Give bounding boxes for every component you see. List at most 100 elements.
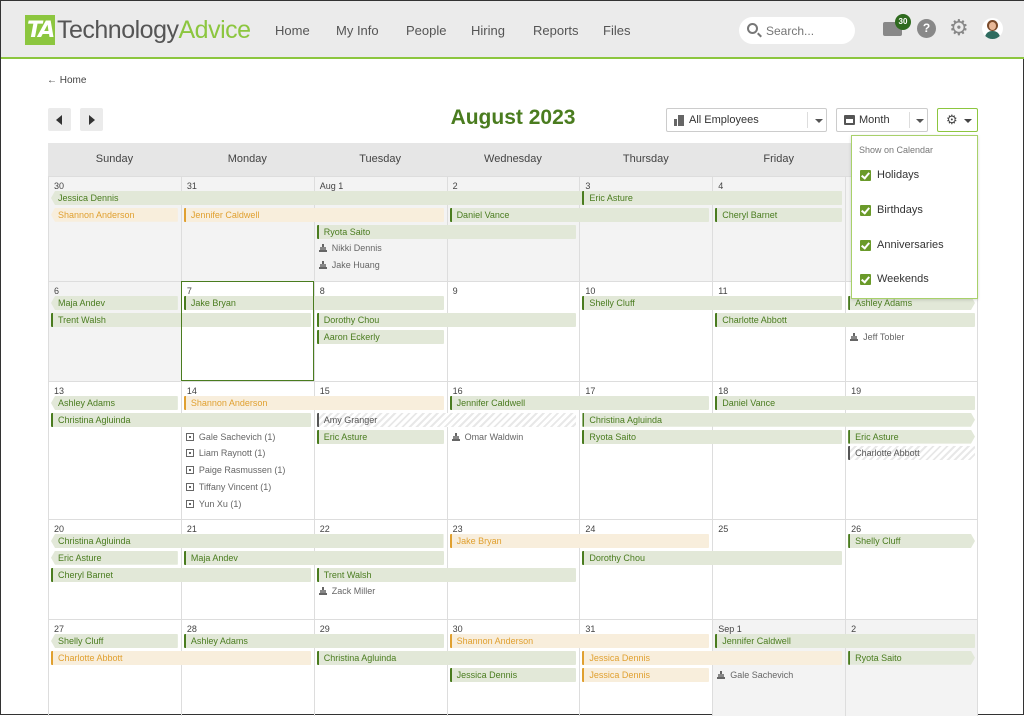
calendar-event[interactable]: Charlotte Abbott: [51, 650, 311, 665]
logo[interactable]: TA Technology Advice: [25, 14, 251, 46]
checkbox-checked-icon[interactable]: [860, 170, 871, 181]
nav-people[interactable]: People: [406, 23, 446, 38]
day-cell[interactable]: 7: [180, 281, 314, 381]
previous-month-button[interactable]: [48, 108, 71, 131]
chevron-down-icon: [916, 119, 924, 123]
birthday-item[interactable]: Zack Miller: [318, 584, 375, 598]
calendar-event[interactable]: Shannon Anderson: [183, 396, 444, 410]
calendar-event[interactable]: Cheryl Barnet: [715, 207, 843, 222]
birthday-item[interactable]: Jake Huang: [318, 258, 380, 272]
calendar-event[interactable]: Shelly Cluff: [582, 296, 843, 310]
calendar-event[interactable]: Ashley Adams: [183, 634, 444, 648]
calendar-event[interactable]: Trent Walsh: [316, 567, 577, 582]
item-label: Nikki Dennis: [331, 243, 382, 254]
search-box[interactable]: [739, 17, 855, 44]
day-number: 21: [186, 524, 197, 534]
birthday-item[interactable]: Omar Waldwin: [451, 430, 523, 444]
calendar-event[interactable]: Eric Asture: [582, 191, 843, 205]
anniversary-item[interactable]: Gale Sachevich (1): [185, 430, 276, 444]
gear-icon[interactable]: ⚙: [949, 17, 969, 39]
birthday-item[interactable]: Nikki Dennis: [318, 241, 382, 255]
checkbox-checked-icon[interactable]: [860, 240, 871, 251]
view-select[interactable]: Month: [836, 108, 928, 132]
calendar-event[interactable]: Daniel Vance: [715, 396, 975, 410]
calendar-event[interactable]: Dorothy Chou: [582, 550, 843, 565]
calendar-icon: [185, 432, 194, 441]
calendar-event[interactable]: Cheryl Barnet: [51, 567, 311, 582]
calendar-event[interactable]: Eric Asture: [316, 429, 444, 444]
calendar-event[interactable]: Christina Agluinda: [582, 413, 975, 427]
next-month-button[interactable]: [80, 108, 103, 131]
inbox-button[interactable]: 30: [883, 14, 911, 37]
calendar-event[interactable]: Jake Bryan: [449, 534, 710, 548]
calendar-event[interactable]: Amy Granger: [316, 412, 577, 427]
inbox-badge: 30: [895, 14, 911, 30]
calendar-event[interactable]: Shannon Anderson: [449, 634, 710, 648]
calendar-event[interactable]: Jessica Dennis: [582, 650, 843, 665]
item-label: Paige Rasmussen (1): [198, 465, 286, 476]
calendar-event[interactable]: Charlotte Abbott: [848, 446, 975, 461]
calendar-event[interactable]: Jennifer Caldwell: [715, 634, 975, 648]
item-label: Yun Xu (1): [198, 498, 242, 509]
day-number: 22: [319, 524, 330, 534]
calendar-event[interactable]: Eric Asture: [848, 430, 975, 444]
checkbox-checked-icon[interactable]: [860, 205, 871, 216]
calendar-settings-button[interactable]: ⚙: [937, 108, 978, 132]
checkbox-checked-icon[interactable]: [860, 274, 871, 285]
calendar-event[interactable]: Ashley Adams: [51, 396, 178, 410]
calendar-icon: [185, 499, 194, 508]
anniversary-item[interactable]: Tiffany Vincent (1): [185, 480, 271, 494]
employee-filter-select[interactable]: All Employees: [666, 108, 827, 132]
anniversary-item[interactable]: Yun Xu (1): [185, 497, 242, 511]
search-input[interactable]: [766, 21, 850, 40]
calendar-event[interactable]: Jessica Dennis: [449, 667, 577, 682]
day-number: 3: [585, 181, 591, 191]
calendar-icon: [185, 466, 194, 475]
calendar-event[interactable]: Shelly Cluff: [848, 534, 975, 548]
day-number: 8: [319, 286, 325, 296]
nav-files[interactable]: Files: [603, 23, 630, 38]
nav-home[interactable]: Home: [275, 23, 310, 38]
calendar-event[interactable]: Daniel Vance: [449, 207, 710, 222]
day-cell[interactable]: 25: [712, 519, 846, 619]
calendar-event[interactable]: Charlotte Abbott: [715, 312, 975, 327]
avatar[interactable]: [982, 18, 1003, 39]
anniversary-item[interactable]: Paige Rasmussen (1): [185, 463, 286, 477]
day-number: 23: [452, 524, 463, 534]
logo-word-2: Advice: [178, 15, 251, 44]
calendar-event[interactable]: Maja Andev: [183, 550, 444, 565]
logo-word-1: Technology: [57, 15, 179, 44]
birthday-item[interactable]: Gale Sachevich: [717, 668, 793, 682]
day-number: 14: [186, 386, 197, 396]
day-number: 17: [585, 386, 596, 396]
calendar-event[interactable]: Christina Agluinda: [51, 534, 444, 548]
calendar-event[interactable]: Ryota Saito: [582, 429, 843, 444]
calendar-event[interactable]: Aaron Eckerly: [316, 329, 444, 344]
calendar-event[interactable]: Jessica Dennis: [582, 667, 710, 682]
birthday-item[interactable]: Jeff Tobler: [850, 330, 904, 344]
day-cell[interactable]: 27: [48, 619, 181, 716]
anniversary-item[interactable]: Liam Raynott (1): [185, 446, 265, 460]
nav-hiring[interactable]: Hiring: [471, 23, 505, 38]
calendar-event[interactable]: Jennifer Caldwell: [183, 207, 444, 222]
calendar-event[interactable]: Maja Andev: [51, 296, 178, 310]
back-to-home-link[interactable]: ← Home: [47, 75, 86, 86]
weekday-header: Monday: [180, 143, 314, 176]
weekday-header: Sunday: [48, 143, 181, 176]
calendar-event[interactable]: Jennifer Caldwell: [449, 396, 710, 410]
calendar-event[interactable]: Dorothy Chou: [316, 312, 577, 327]
calendar-event[interactable]: Ryota Saito: [848, 651, 975, 665]
help-icon[interactable]: ?: [917, 19, 936, 38]
calendar-event[interactable]: Shelly Cluff: [51, 634, 178, 648]
item-label: Gale Sachevich (1): [198, 431, 276, 442]
calendar-event[interactable]: Eric Asture: [51, 550, 178, 565]
nav-reports[interactable]: Reports: [533, 23, 579, 38]
calendar-event[interactable]: Shannon Anderson: [51, 207, 178, 222]
cake-icon: [318, 244, 327, 253]
calendar-event[interactable]: Christina Agluinda: [51, 412, 311, 427]
calendar-event[interactable]: Christina Agluinda: [316, 650, 577, 665]
nav-my-info[interactable]: My Info: [336, 23, 379, 38]
calendar-event[interactable]: Ryota Saito: [316, 224, 577, 239]
day-number: 2: [851, 624, 857, 634]
day-cell[interactable]: 9: [446, 281, 580, 381]
